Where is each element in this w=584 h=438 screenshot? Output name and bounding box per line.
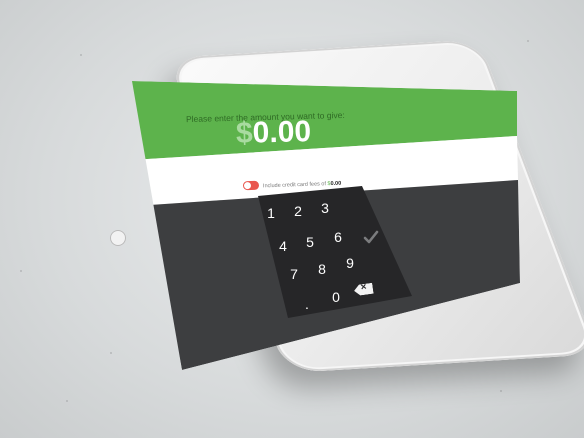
home-button[interactable] <box>110 230 126 246</box>
key-8[interactable]: 8 <box>312 261 332 277</box>
key-5[interactable]: 5 <box>300 234 320 250</box>
submit-button[interactable] <box>363 229 379 245</box>
toggle-knob <box>243 182 252 190</box>
amount-value: 0.00 <box>252 115 312 150</box>
key-9[interactable]: 9 <box>340 255 360 271</box>
key-6[interactable]: 6 <box>328 229 348 245</box>
surface-speck <box>66 400 68 402</box>
key-4[interactable]: 4 <box>273 238 293 254</box>
surface-speck <box>20 270 22 272</box>
surface-speck <box>80 54 82 56</box>
key-1[interactable]: 1 <box>261 205 281 221</box>
fee-toggle[interactable] <box>242 180 260 191</box>
amount-currency-symbol: $ <box>235 116 254 150</box>
key-decimal[interactable]: . <box>297 296 317 312</box>
key-7[interactable]: 7 <box>284 266 304 282</box>
surface-speck <box>527 40 529 42</box>
fee-value: 0.00 <box>330 180 342 188</box>
key-0[interactable]: 0 <box>326 289 346 305</box>
amount-display: $0.00 <box>236 115 312 151</box>
surface-speck <box>110 352 112 354</box>
key-2[interactable]: 2 <box>288 203 308 219</box>
checkmark-icon <box>363 230 379 244</box>
key-3[interactable]: 3 <box>315 200 335 216</box>
surface-speck <box>500 390 502 392</box>
